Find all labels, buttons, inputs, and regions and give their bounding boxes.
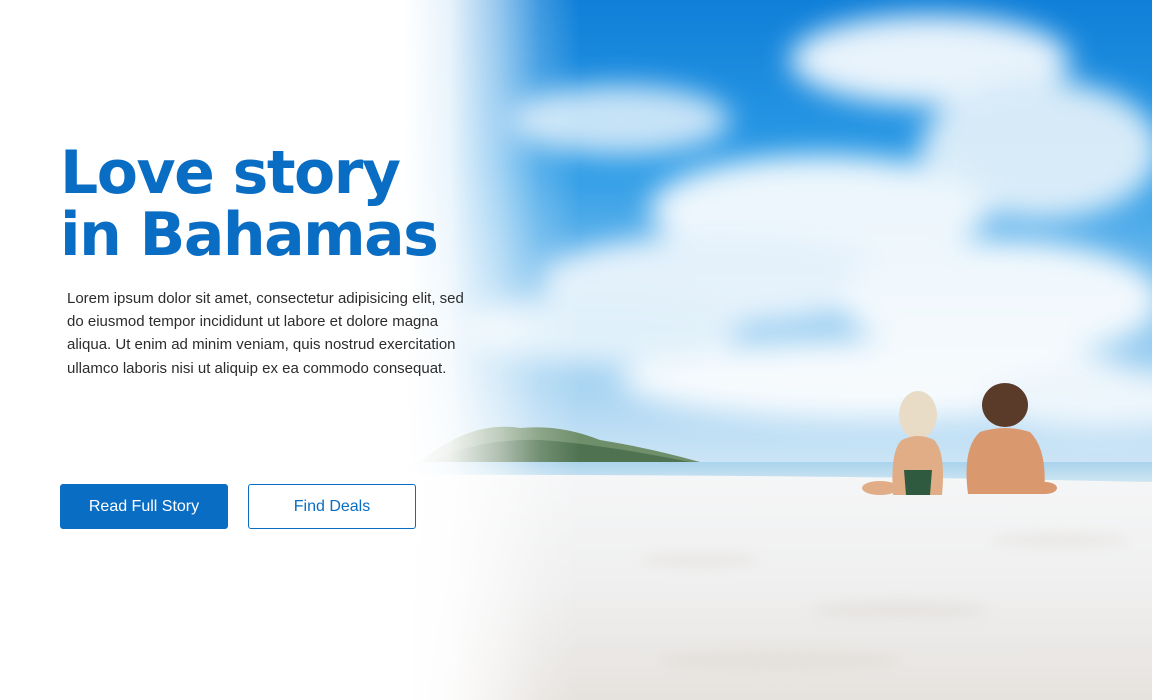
hero-content: Love story in Bahamas Lorem ipsum dolor … [60, 0, 500, 700]
read-full-story-button[interactable]: Read Full Story [60, 484, 228, 529]
find-deals-button[interactable]: Find Deals [248, 484, 416, 529]
headline-line-1: Love story [60, 138, 401, 208]
hero-description: Lorem ipsum dolor sit amet, consectetur … [67, 290, 464, 377]
page-title: Love story in Bahamas [60, 142, 490, 266]
headline-line-2: in Bahamas [60, 200, 439, 270]
